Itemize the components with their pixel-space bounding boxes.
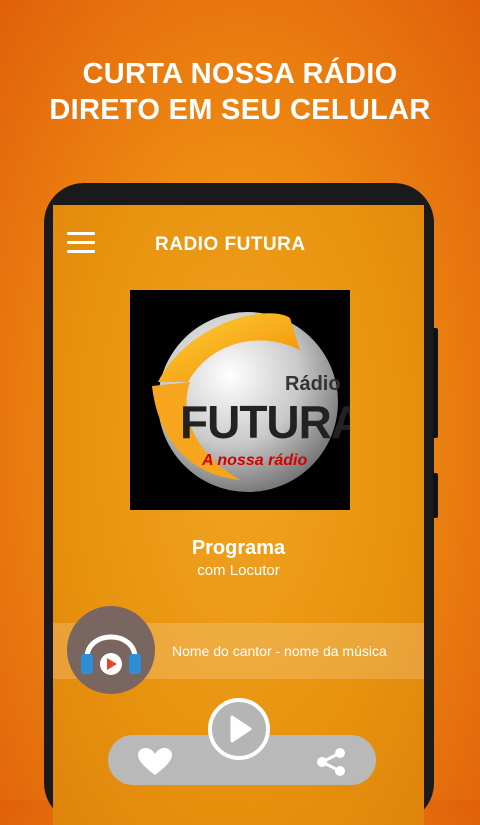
headphones-play-icon [67, 606, 155, 694]
promo-headline: CURTA NOSSA RÁDIO DIRETO EM SEU CELULAR [0, 56, 480, 128]
play-button[interactable] [208, 698, 270, 760]
power-button [433, 473, 438, 518]
program-name: Programa [191, 537, 286, 559]
svg-text:A nossa rádio: A nossa rádio [201, 452, 307, 469]
now-playing-text: Nome do cantor - nome da música [172, 643, 387, 659]
phone-frame: RADIO FUTURA Rádio FUTURA A nossa rádio … [44, 183, 438, 825]
app-title: RADIO FUTURA [155, 234, 306, 255]
promo-line-2: DIRETO EM SEU CELULAR [49, 94, 431, 126]
share-icon[interactable] [316, 747, 346, 782]
heart-icon[interactable] [138, 748, 172, 781]
program-info: Programa com Locutor [53, 537, 424, 579]
volume-button [433, 328, 438, 438]
app-bar: RADIO FUTURA [53, 205, 424, 281]
program-host: com Locutor [197, 562, 280, 579]
hamburger-menu-icon[interactable] [67, 232, 95, 254]
svg-text:Rádio: Rádio [285, 373, 341, 395]
radio-logo: Rádio FUTURA A nossa rádio [130, 290, 364, 510]
play-icon [230, 715, 252, 743]
svg-text:FUTURA: FUTURA [180, 396, 350, 448]
promo-line-1: CURTA NOSSA RÁDIO [82, 58, 398, 90]
app-screen: RADIO FUTURA Rádio FUTURA A nossa rádio … [53, 205, 424, 825]
